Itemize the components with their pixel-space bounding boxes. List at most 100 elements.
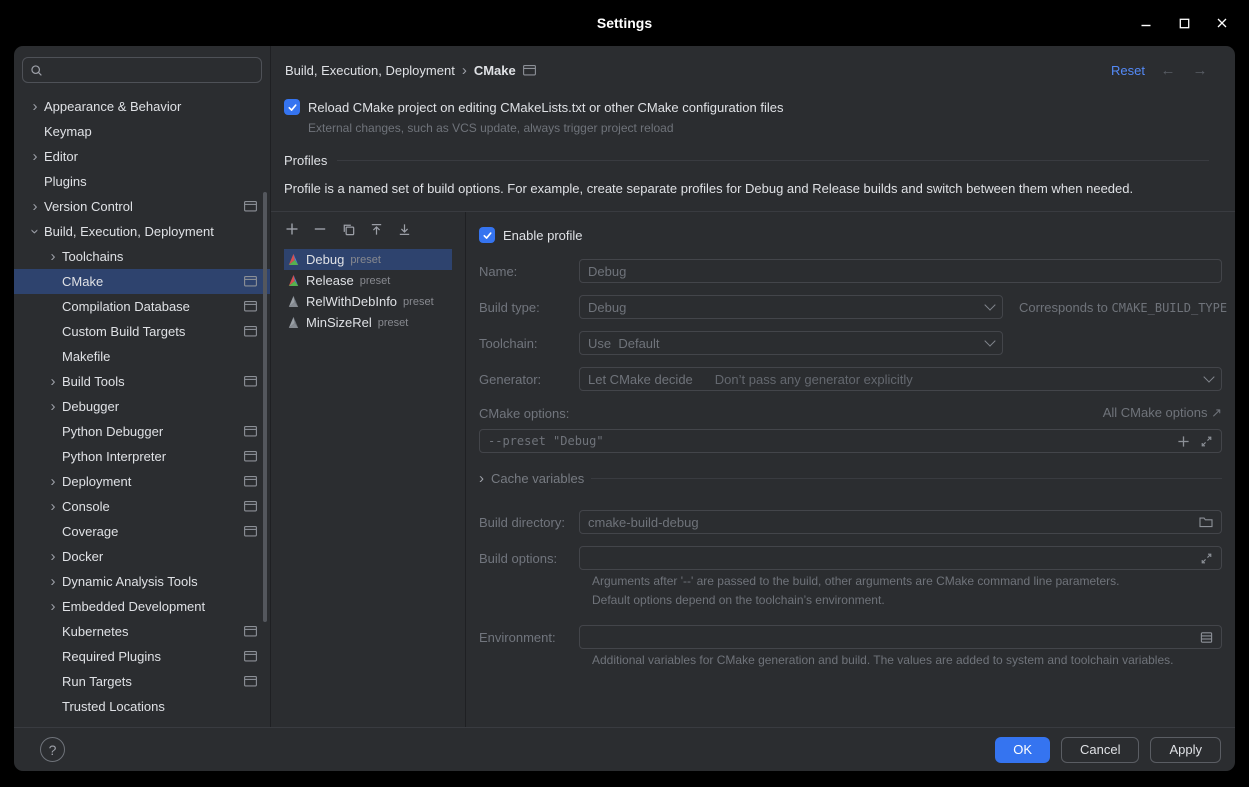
sidebar-item-run-targets[interactable]: Run Targets — [14, 669, 270, 694]
profile-preset-tag: preset — [378, 317, 409, 329]
settings-tree: ›Appearance & BehaviorKeymap›EditorPlugi… — [14, 89, 270, 727]
chevron-right-icon[interactable]: › — [44, 499, 62, 514]
remove-profile-icon[interactable] — [312, 221, 328, 237]
chevron-right-icon[interactable]: › — [44, 599, 62, 614]
settings-main: Build, Execution, Deployment › CMake Res… — [271, 46, 1235, 727]
breadcrumb-section[interactable]: Build, Execution, Deployment — [285, 63, 455, 78]
sidebar-item-label: Appearance & Behavior — [44, 99, 181, 114]
sidebar-item-cmake[interactable]: CMake — [14, 269, 270, 294]
chevron-right-icon[interactable]: › — [44, 374, 62, 389]
sidebar-item-compilation-database[interactable]: Compilation Database — [14, 294, 270, 319]
sidebar-item-python-debugger[interactable]: Python Debugger — [14, 419, 270, 444]
breadcrumb: Build, Execution, Deployment › CMake — [285, 62, 536, 79]
chevron-right-icon[interactable]: › — [26, 99, 44, 114]
sidebar-scrollbar[interactable] — [263, 192, 267, 622]
ok-button[interactable]: OK — [995, 737, 1050, 763]
project-scope-icon — [244, 376, 257, 387]
profile-item-release[interactable]: Releasepreset — [284, 270, 452, 291]
breadcrumb-page: CMake — [474, 63, 516, 78]
sidebar-item-dynamic-analysis-tools[interactable]: ›Dynamic Analysis Tools — [14, 569, 270, 594]
chevron-right-icon[interactable]: › — [26, 149, 44, 164]
chevron-down-icon[interactable]: › — [28, 223, 43, 241]
all-cmake-options-link[interactable]: All CMake options ↗ — [1103, 405, 1222, 421]
sidebar-item-deployment[interactable]: ›Deployment — [14, 469, 270, 494]
profile-item-relwithdebinfo[interactable]: RelWithDebInfopreset — [284, 291, 452, 312]
name-value: Debug — [588, 264, 626, 279]
expand-field-icon[interactable] — [1200, 435, 1213, 448]
build-type-select[interactable]: Debug — [579, 295, 1003, 319]
settings-search[interactable] — [22, 57, 262, 83]
sidebar-item-build-execution-deployment[interactable]: ›Build, Execution, Deployment — [14, 219, 270, 244]
forward-arrow-icon[interactable]: → — [1191, 62, 1209, 79]
sidebar-item-label: Docker — [62, 549, 103, 564]
add-profile-icon[interactable] — [284, 221, 300, 237]
chevron-right-icon[interactable]: › — [44, 399, 62, 414]
project-scope-icon — [523, 65, 536, 76]
settings-frame: ›Appearance & BehaviorKeymap›EditorPlugi… — [14, 46, 1235, 771]
chevron-right-icon[interactable]: › — [26, 199, 44, 214]
cmake-options-input[interactable]: --preset "Debug" — [479, 429, 1222, 453]
expand-field-icon[interactable] — [1200, 552, 1213, 565]
enable-profile-label[interactable]: Enable profile — [503, 228, 583, 243]
project-scope-icon — [244, 326, 257, 337]
project-scope-icon — [244, 501, 257, 512]
sidebar-item-makefile[interactable]: Makefile — [14, 344, 270, 369]
close-icon[interactable] — [1215, 16, 1229, 30]
chevron-down-icon — [984, 335, 995, 346]
sidebar-item-python-interpreter[interactable]: Python Interpreter — [14, 444, 270, 469]
sidebar-item-version-control[interactable]: ›Version Control — [14, 194, 270, 219]
sidebar-item-debugger[interactable]: ›Debugger — [14, 394, 270, 419]
sidebar-item-label: Console — [62, 499, 110, 514]
sidebar-item-docker[interactable]: ›Docker — [14, 544, 270, 569]
minimize-icon[interactable] — [1139, 16, 1153, 30]
cmake-profile-gray-icon — [287, 316, 300, 329]
sidebar-item-label: Required Plugins — [62, 649, 161, 664]
reload-checkbox[interactable] — [284, 99, 300, 115]
help-icon[interactable]: ? — [40, 737, 65, 762]
profile-item-debug[interactable]: Debugpreset — [284, 249, 452, 270]
back-arrow-icon[interactable]: ← — [1159, 62, 1177, 79]
generator-select[interactable]: Let CMake decide Don’t pass any generato… — [579, 367, 1222, 391]
move-up-icon[interactable] — [368, 221, 384, 237]
sidebar-item-plugins[interactable]: Plugins — [14, 169, 270, 194]
reload-checkbox-label[interactable]: Reload CMake project on editing CMakeLis… — [308, 100, 783, 115]
folder-icon[interactable] — [1199, 516, 1213, 528]
enable-profile-checkbox[interactable] — [479, 227, 495, 243]
profiles-section-header: Profiles — [284, 153, 1209, 168]
reset-link[interactable]: Reset — [1111, 63, 1145, 78]
cache-variables-row[interactable]: › Cache variables — [479, 471, 1222, 486]
add-option-icon[interactable] — [1177, 435, 1190, 448]
sidebar-item-custom-build-targets[interactable]: Custom Build Targets — [14, 319, 270, 344]
chevron-right-icon[interactable]: › — [44, 474, 62, 489]
sidebar-item-console[interactable]: ›Console — [14, 494, 270, 519]
profile-form: Enable profile Name: Debug Build type: D… — [466, 212, 1235, 727]
variables-list-icon[interactable] — [1200, 631, 1213, 644]
move-down-icon[interactable] — [396, 221, 412, 237]
sidebar-item-coverage[interactable]: Coverage — [14, 519, 270, 544]
sidebar-item-embedded-development[interactable]: ›Embedded Development — [14, 594, 270, 619]
profile-item-minsizerel[interactable]: MinSizeRelpreset — [284, 312, 452, 333]
sidebar-item-kubernetes[interactable]: Kubernetes — [14, 619, 270, 644]
apply-button[interactable]: Apply — [1150, 737, 1221, 763]
maximize-icon[interactable] — [1177, 16, 1191, 30]
sidebar-item-keymap[interactable]: Keymap — [14, 119, 270, 144]
build-options-input[interactable] — [579, 546, 1222, 570]
name-input[interactable]: Debug — [579, 259, 1222, 283]
chevron-right-icon[interactable]: › — [44, 574, 62, 589]
toolchain-select[interactable]: Use Default — [579, 331, 1003, 355]
sidebar-item-toolchains[interactable]: ›Toolchains — [14, 244, 270, 269]
chevron-right-icon[interactable]: › — [44, 549, 62, 564]
search-input[interactable] — [48, 62, 254, 79]
chevron-right-icon[interactable]: › — [44, 249, 62, 264]
cancel-button[interactable]: Cancel — [1061, 737, 1139, 763]
sidebar-item-appearance-behavior[interactable]: ›Appearance & Behavior — [14, 94, 270, 119]
generator-note: Don’t pass any generator explicitly — [715, 372, 913, 387]
sidebar-item-required-plugins[interactable]: Required Plugins — [14, 644, 270, 669]
build-directory-input[interactable]: cmake-build-debug — [579, 510, 1222, 534]
sidebar-item-editor[interactable]: ›Editor — [14, 144, 270, 169]
sidebar-item-trusted-locations[interactable]: Trusted Locations — [14, 694, 270, 719]
environment-input[interactable] — [579, 625, 1222, 649]
copy-profile-icon[interactable] — [340, 221, 356, 237]
toolchain-label: Toolchain: — [479, 336, 579, 351]
sidebar-item-build-tools[interactable]: ›Build Tools — [14, 369, 270, 394]
